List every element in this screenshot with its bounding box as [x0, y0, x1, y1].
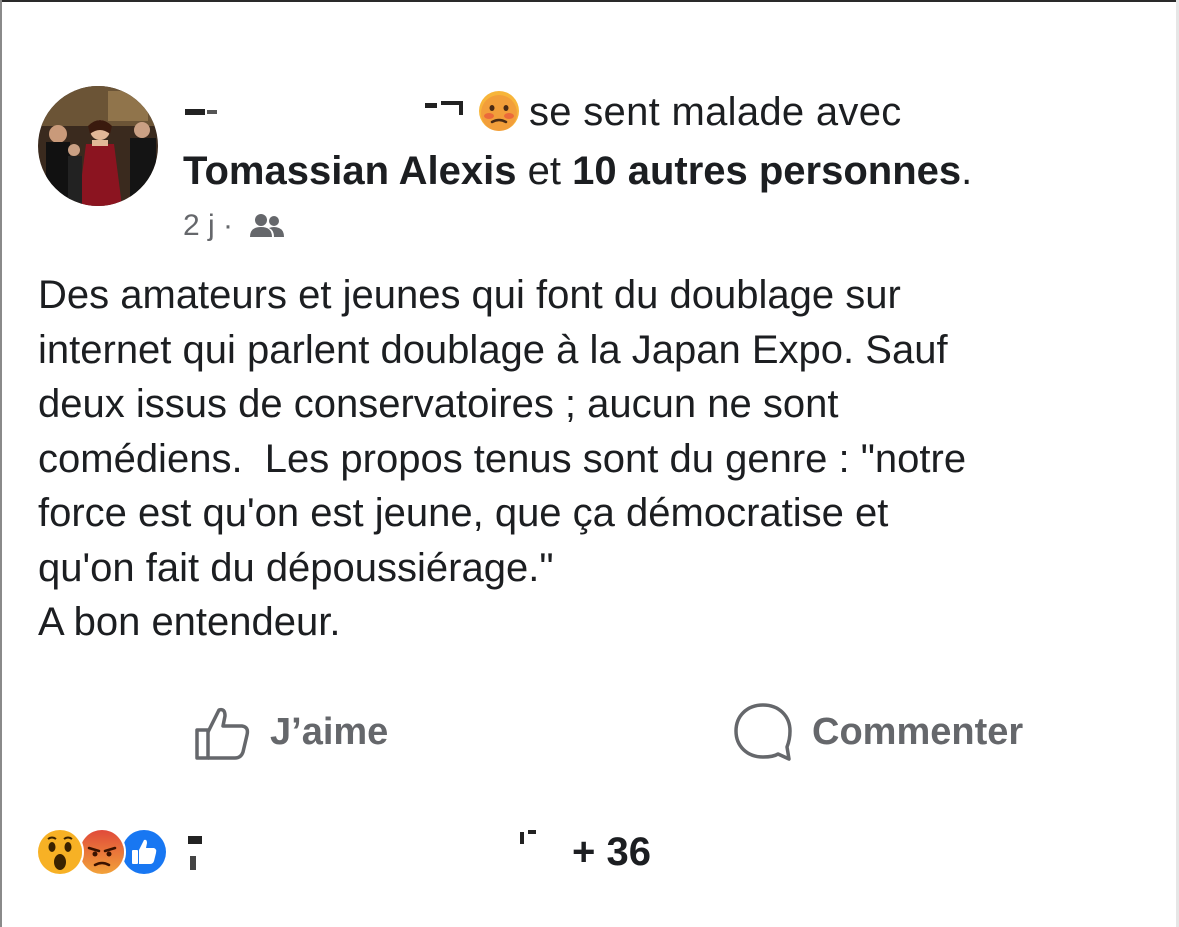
avatar[interactable] [38, 86, 158, 206]
post-body-line: A bon entendeur. [38, 600, 341, 644]
friends-icon[interactable] [249, 210, 285, 250]
frame-left-border [0, 0, 2, 927]
post-meta: 2 j · [183, 206, 285, 246]
reaction-count[interactable]: + 36 [572, 826, 651, 878]
like-button[interactable]: J’aime [192, 697, 388, 767]
post-body-line: qu'on fait du dépoussiérage." [38, 545, 554, 590]
post-time[interactable]: 2 j [183, 209, 215, 242]
feeling-text: se sent malade avec [529, 90, 902, 134]
comment-button[interactable]: Commenter [732, 697, 1023, 767]
post-body-line: force est qu'on est jeune, que ça démocr… [38, 491, 889, 535]
post-body-text: Des amateurs et jeunes qui font du doubl… [38, 268, 1148, 650]
tagged-others-link[interactable]: 10 autres personnes [572, 149, 961, 193]
tagged-people-line: Tomassian Alexis et 10 autres personnes. [183, 146, 972, 196]
post-header-line: se sent malade avec [183, 88, 902, 136]
wow-icon [36, 828, 84, 876]
like-label: J’aime [270, 710, 389, 753]
angry-icon [78, 828, 126, 876]
comment-label: Commenter [812, 710, 1024, 753]
like-icon [120, 828, 168, 876]
thumbs-up-icon [195, 707, 250, 760]
post-body-line: internet qui parlent doublage à la Japan… [38, 327, 948, 372]
tagged-name-link[interactable]: Tomassian Alexis [183, 149, 516, 193]
post-body-line: Des amateurs et jeunes qui font du doubl… [38, 273, 901, 317]
redacted-author-name[interactable] [183, 89, 471, 129]
meta-separator: · [223, 209, 234, 242]
frame-top-border [0, 0, 1179, 2]
comment-bubble-icon [734, 703, 792, 761]
post-body-line: comédiens. Les propos tenus sont du genr… [38, 436, 967, 481]
tagged-connector: et [527, 149, 561, 193]
sick-face-emoji-icon [477, 89, 521, 133]
redacted-reactors-names[interactable] [182, 826, 562, 878]
post-body-line: deux issus de conservatoires ; aucun ne … [38, 382, 839, 426]
tagged-period: . [961, 149, 973, 193]
reaction-icons[interactable] [36, 826, 168, 878]
